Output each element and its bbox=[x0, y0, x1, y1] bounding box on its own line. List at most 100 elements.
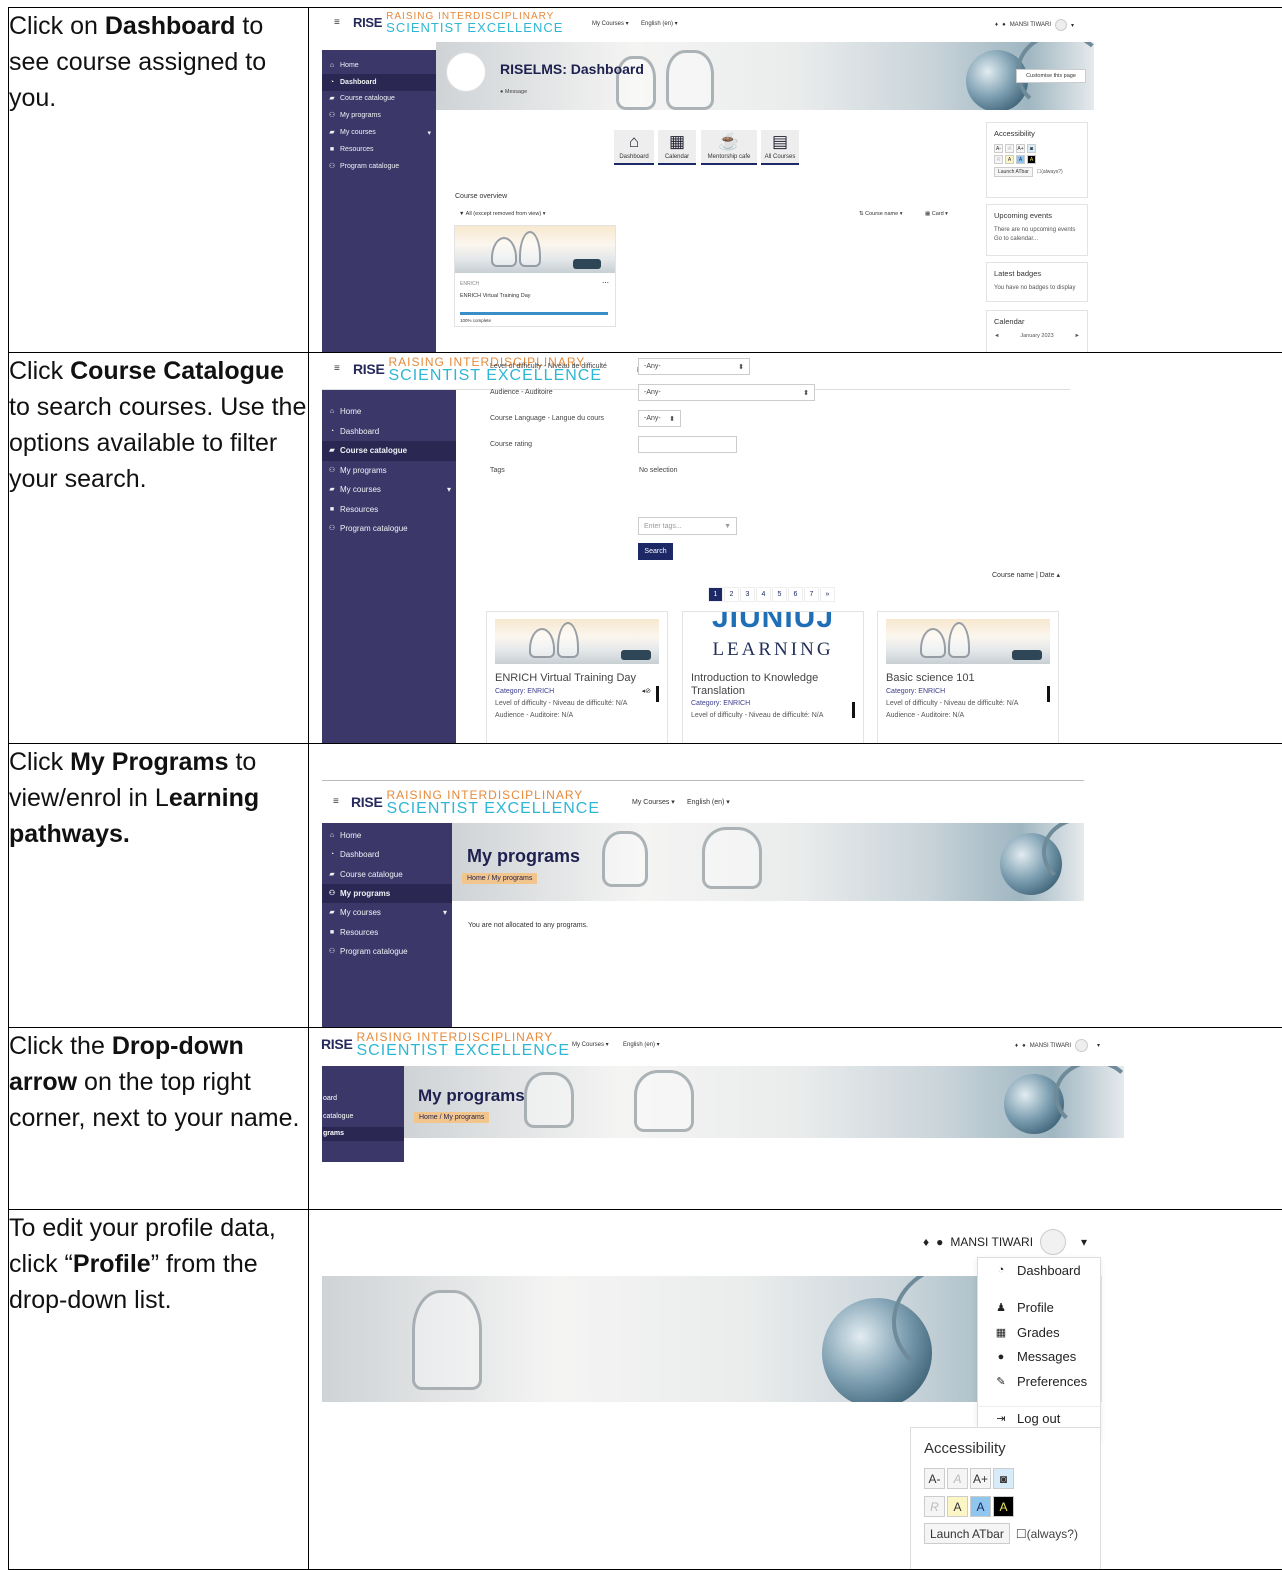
increase-text-button[interactable]: A+ bbox=[970, 1468, 991, 1489]
sidebar-item-my-programs[interactable]: ⚇My programs bbox=[322, 461, 456, 481]
menu-item-profile[interactable]: ♟Profile bbox=[978, 1296, 1100, 1321]
avatar[interactable] bbox=[446, 52, 486, 92]
reset-text-button[interactable]: A bbox=[947, 1468, 968, 1489]
filter-select[interactable]: -Any-⬍ bbox=[638, 384, 815, 401]
tags-input[interactable]: Enter tags...▼ bbox=[638, 517, 737, 535]
avatar[interactable] bbox=[1075, 1039, 1088, 1052]
sidebar-item-resources[interactable]: ■Resources bbox=[322, 141, 436, 158]
quick-link-dashboard[interactable]: ⌂Dashboard bbox=[614, 130, 654, 165]
chevron-down-icon[interactable]: ▾ bbox=[443, 908, 447, 917]
menu-item-preferences[interactable]: ✎Preferences bbox=[978, 1369, 1100, 1394]
hamburger-icon[interactable]: ≡ bbox=[334, 363, 340, 374]
user-name[interactable]: MANSI TIWARI bbox=[950, 1235, 1033, 1249]
launch-atbar-button[interactable]: Launch ATbar bbox=[924, 1523, 1010, 1544]
user-name[interactable]: MANSI TIWARI bbox=[1030, 1043, 1071, 1049]
sidebar-item-course-catalogue[interactable]: catalogue bbox=[323, 1113, 353, 1120]
chat-icon[interactable]: ● bbox=[936, 1235, 943, 1249]
avatar[interactable] bbox=[1040, 1229, 1066, 1255]
sidebar-item-my-programs[interactable]: ⚇My programs bbox=[322, 884, 452, 903]
hamburger-icon[interactable]: ≡ bbox=[333, 796, 339, 807]
go-to-calendar-link[interactable]: Go to calendar... bbox=[994, 235, 1080, 244]
more-options-icon[interactable]: ⋯ bbox=[602, 279, 609, 287]
chevron-down-icon[interactable]: ▾ bbox=[1097, 1042, 1100, 1049]
language-menu[interactable]: English (en) ▾ bbox=[623, 1041, 660, 1048]
launch-atbar-button[interactable]: Launch ATbar bbox=[994, 167, 1033, 177]
sidebar-item-course-catalogue[interactable]: ▰Course catalogue bbox=[322, 91, 436, 108]
sidebar-item-dashboard[interactable]: ◔Dashboard bbox=[322, 422, 456, 442]
quick-link-calendar[interactable]: ▦Calendar bbox=[658, 130, 696, 165]
breadcrumb-home[interactable]: Home bbox=[467, 875, 486, 882]
search-button[interactable]: Search bbox=[638, 543, 673, 560]
scheme-blue-button[interactable]: A bbox=[970, 1496, 991, 1517]
scheme-yellow-button[interactable]: A bbox=[947, 1496, 968, 1517]
menu-item-messages[interactable]: ●Messages bbox=[978, 1345, 1100, 1370]
chevron-down-icon[interactable]: ▾ bbox=[427, 129, 431, 137]
course-title[interactable]: Basic science 101 bbox=[886, 672, 975, 685]
decrease-text-button[interactable]: A- bbox=[924, 1468, 945, 1489]
decrease-text-button[interactable]: A- bbox=[994, 144, 1003, 153]
course-card[interactable]: JIUNIUJLEARNINGIntroduction to Knowledge… bbox=[682, 611, 864, 744]
sidebar-item-resources[interactable]: ■Resources bbox=[322, 500, 456, 520]
bell-icon[interactable]: ♦ bbox=[995, 22, 998, 28]
sidebar-item-my-courses[interactable]: ▰My courses▾ bbox=[322, 480, 456, 500]
chat-icon[interactable]: ● bbox=[1002, 22, 1006, 28]
prev-month-icon[interactable]: ◄ bbox=[994, 332, 999, 341]
filter-dropdown[interactable]: ▼ All (except removed from view) ▾ bbox=[459, 211, 545, 217]
page-link[interactable]: » bbox=[820, 587, 835, 602]
course-card[interactable]: ENRICH Virtual Training DayCategory: ENR… bbox=[486, 611, 668, 744]
scheme-dark-button[interactable]: A bbox=[1027, 155, 1036, 164]
sort-links[interactable]: Course name | Date ▴ bbox=[992, 571, 1060, 579]
scrollbar[interactable] bbox=[852, 702, 855, 718]
reset-text-button[interactable]: A bbox=[1005, 144, 1014, 153]
rise-logo[interactable]: RISE RAISING INTERDISCIPLINARY SCIENTIST… bbox=[321, 1031, 570, 1057]
always-checkbox[interactable]: ☐(always?) bbox=[1016, 1527, 1078, 1541]
sidebar-item-home[interactable]: ⌂Home bbox=[322, 57, 436, 74]
scheme-yellow-button[interactable]: A bbox=[1005, 155, 1014, 164]
view-dropdown[interactable]: ▦ Card ▾ bbox=[925, 211, 948, 217]
chevron-down-icon[interactable]: ▾ bbox=[1071, 22, 1074, 29]
filter-select[interactable]: -Any-⬍ bbox=[638, 358, 750, 375]
my-courses-menu[interactable]: My Courses ▾ bbox=[632, 798, 675, 806]
course-card[interactable]: Basic science 101Category: ENRICHLevel o… bbox=[877, 611, 1059, 744]
page-link[interactable]: 2 bbox=[724, 587, 739, 602]
course-action-icons[interactable]: ◂⊘ bbox=[642, 687, 651, 695]
page-link[interactable]: 6 bbox=[788, 587, 803, 602]
page-link[interactable]: 3 bbox=[740, 587, 755, 602]
my-courses-menu[interactable]: My Courses ▾ bbox=[572, 1041, 609, 1048]
page-link[interactable]: 4 bbox=[756, 587, 771, 602]
course-rating-input[interactable] bbox=[638, 436, 737, 453]
user-name[interactable]: MANSI TIWARI bbox=[1010, 22, 1051, 28]
chevron-down-icon[interactable]: ▾ bbox=[1081, 1235, 1087, 1249]
sidebar-item-program-catalogue[interactable]: ⚇Program catalogue bbox=[322, 519, 456, 539]
message-link[interactable]: ● Message bbox=[500, 89, 527, 95]
page-link[interactable]: 7 bbox=[804, 587, 819, 602]
sidebar-item-home[interactable]: ⌂Home bbox=[322, 402, 456, 422]
chat-icon[interactable]: ● bbox=[1022, 1043, 1026, 1049]
hamburger-icon[interactable]: ≡ bbox=[334, 17, 340, 28]
course-title[interactable]: Introduction to KnowledgeTranslation bbox=[691, 672, 818, 698]
course-name[interactable]: ENRICH Virtual Training Day bbox=[460, 293, 531, 299]
sidebar-item-my-programs[interactable]: grams bbox=[323, 1130, 344, 1137]
rise-logo[interactable]: RISE RAISING INTERDISCIPLINARY SCIENTIST… bbox=[351, 789, 600, 815]
scheme-reset-button[interactable]: R bbox=[924, 1496, 945, 1517]
next-month-icon[interactable]: ► bbox=[1075, 332, 1080, 341]
sidebar-item-program-catalogue[interactable]: ⚇Program catalogue bbox=[322, 942, 452, 961]
breadcrumb-home[interactable]: Home bbox=[419, 1114, 438, 1121]
avatar[interactable] bbox=[1055, 19, 1067, 31]
scheme-reset-button[interactable]: R bbox=[994, 155, 1003, 164]
scheme-blue-button[interactable]: A bbox=[1016, 155, 1025, 164]
always-checkbox[interactable]: ☐(always?) bbox=[1037, 168, 1063, 177]
language-menu[interactable]: English (en) ▾ bbox=[687, 798, 730, 806]
filter-select[interactable]: -Any-⬍ bbox=[638, 410, 681, 427]
quick-link-mentorship-cafe[interactable]: ☕Mentorship cafe bbox=[701, 130, 757, 165]
scrollbar[interactable] bbox=[656, 686, 659, 702]
sidebar-item-program-catalogue[interactable]: ⚇Program catalogue bbox=[322, 158, 436, 175]
speech-icon[interactable]: ◙ bbox=[1027, 144, 1036, 153]
sidebar-item-my-courses[interactable]: ▰My courses▾ bbox=[322, 124, 436, 141]
sidebar-item-my-programs[interactable]: ⚇My programs bbox=[322, 107, 436, 124]
menu-item-grades[interactable]: ▦Grades bbox=[978, 1320, 1100, 1345]
sidebar-item-home[interactable]: ⌂Home bbox=[322, 826, 452, 845]
rise-logo[interactable]: RISE RAISING INTERDISCIPLINARY SCIENTIST… bbox=[353, 11, 563, 33]
sort-dropdown[interactable]: ⇅ Course name ▾ bbox=[859, 211, 902, 217]
quick-link-all-courses[interactable]: ▤All Courses bbox=[761, 130, 799, 165]
